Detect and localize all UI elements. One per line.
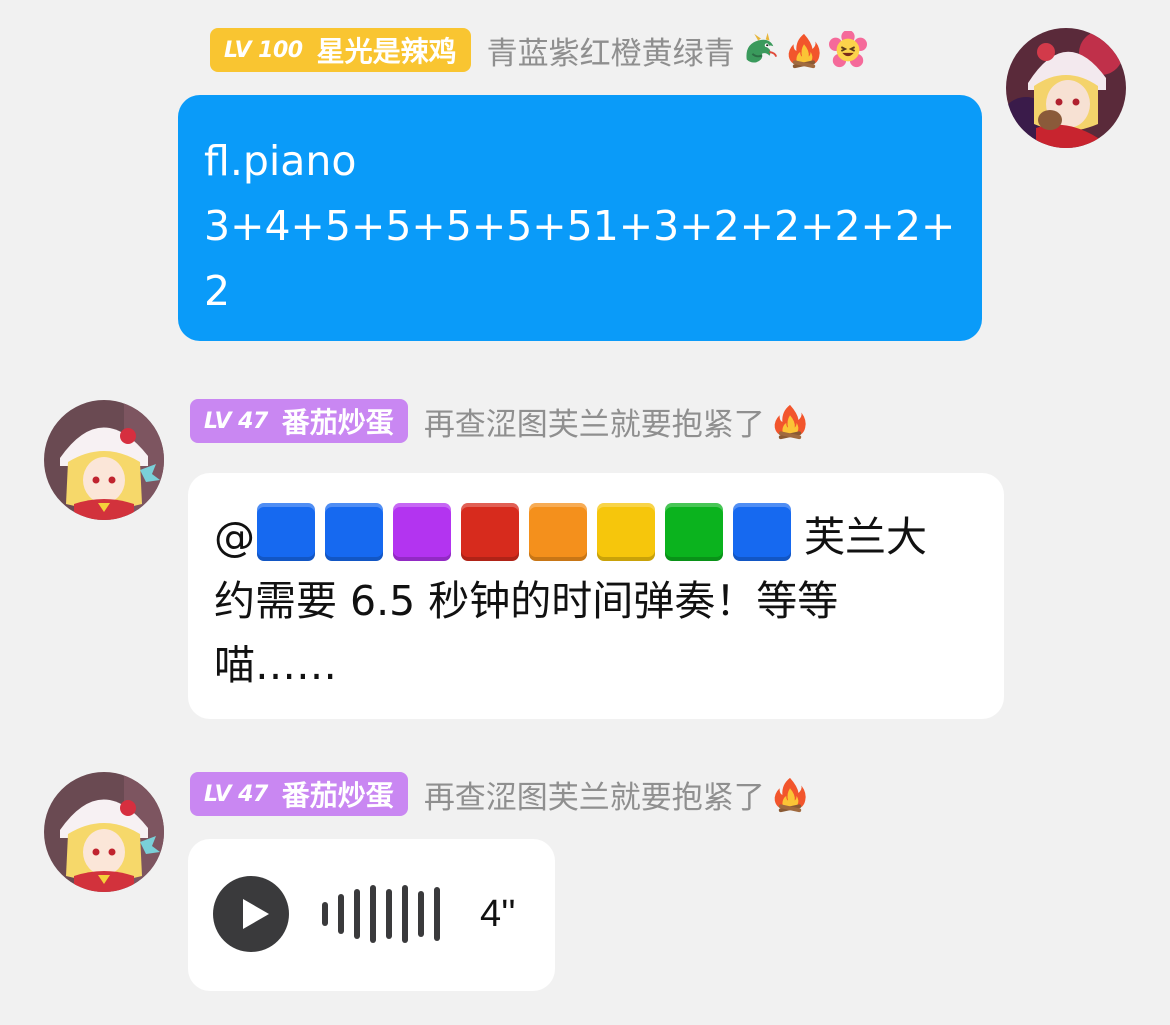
mention-square-orange — [529, 503, 587, 561]
message-bubble-self[interactable]: fl.piano 3+4+5+5+5+5+51+3+2+2+2+2+ 2 — [178, 95, 982, 341]
play-icon[interactable] — [213, 876, 289, 952]
message-line: 约需要 6.5 秒钟的时间弹奏！等等 — [214, 577, 839, 625]
avatar-self[interactable] — [1006, 28, 1126, 148]
grinning-flower-icon — [828, 31, 867, 69]
waveform-icon — [322, 885, 452, 943]
mention-square-green — [665, 503, 723, 561]
message-line: fl.piano — [204, 137, 357, 185]
voice-duration: 4'' — [480, 893, 516, 935]
message-line: 喵…… — [214, 641, 337, 689]
message-line: @ 芙兰大 — [214, 503, 982, 569]
member-title: 青蓝紫红橙黄绿青 — [486, 35, 735, 72]
mention-square-blue — [257, 503, 315, 561]
nickname: 星光是辣鸡 — [316, 35, 457, 68]
level-label: LV 100 — [224, 37, 303, 63]
mention-square-red — [461, 503, 519, 561]
mention-square-yellow — [597, 503, 655, 561]
nickname: 番茄炒蛋 — [281, 406, 394, 439]
member-title: 再查涩图芙兰就要抱紧了 — [423, 779, 765, 816]
message-bubble-bot[interactable]: @ 芙兰大 约需要 6.5 秒钟的时间弹奏！等等 喵…… — [188, 473, 1004, 719]
avatar-bot[interactable] — [44, 400, 164, 520]
avatar-bot[interactable] — [44, 772, 164, 892]
mention-square-blue — [733, 503, 791, 561]
mention-square-purple — [393, 503, 451, 561]
dragon-icon — [741, 31, 779, 69]
message-header-self: LV 100 星光是辣鸡 青蓝紫红橙黄绿青 — [210, 27, 867, 73]
mention-square-blue — [325, 503, 383, 561]
level-badge[interactable]: LV 47 番茄炒蛋 — [190, 772, 408, 816]
fire-icon — [771, 775, 809, 813]
level-badge[interactable]: LV 47 番茄炒蛋 — [190, 399, 408, 443]
level-badge[interactable]: LV 100 星光是辣鸡 — [210, 28, 471, 72]
message-line: 3+4+5+5+5+5+51+3+2+2+2+2+ — [204, 202, 956, 250]
message-header-bot: LV 47 番茄炒蛋 再查涩图芙兰就要抱紧了 — [190, 771, 809, 817]
message-header-bot: LV 47 番茄炒蛋 再查涩图芙兰就要抱紧了 — [190, 398, 809, 444]
message-line: 2 — [204, 267, 231, 315]
nickname: 番茄炒蛋 — [281, 779, 394, 812]
fire-icon — [785, 31, 823, 69]
fire-icon — [771, 402, 809, 440]
message-text: 芙兰大 — [791, 513, 928, 561]
voice-message-bubble[interactable]: 4'' — [188, 839, 555, 991]
member-title: 再查涩图芙兰就要抱紧了 — [423, 406, 765, 443]
level-label: LV 47 — [204, 408, 268, 434]
mention-prefix: @ — [214, 513, 255, 561]
level-label: LV 47 — [204, 781, 268, 807]
